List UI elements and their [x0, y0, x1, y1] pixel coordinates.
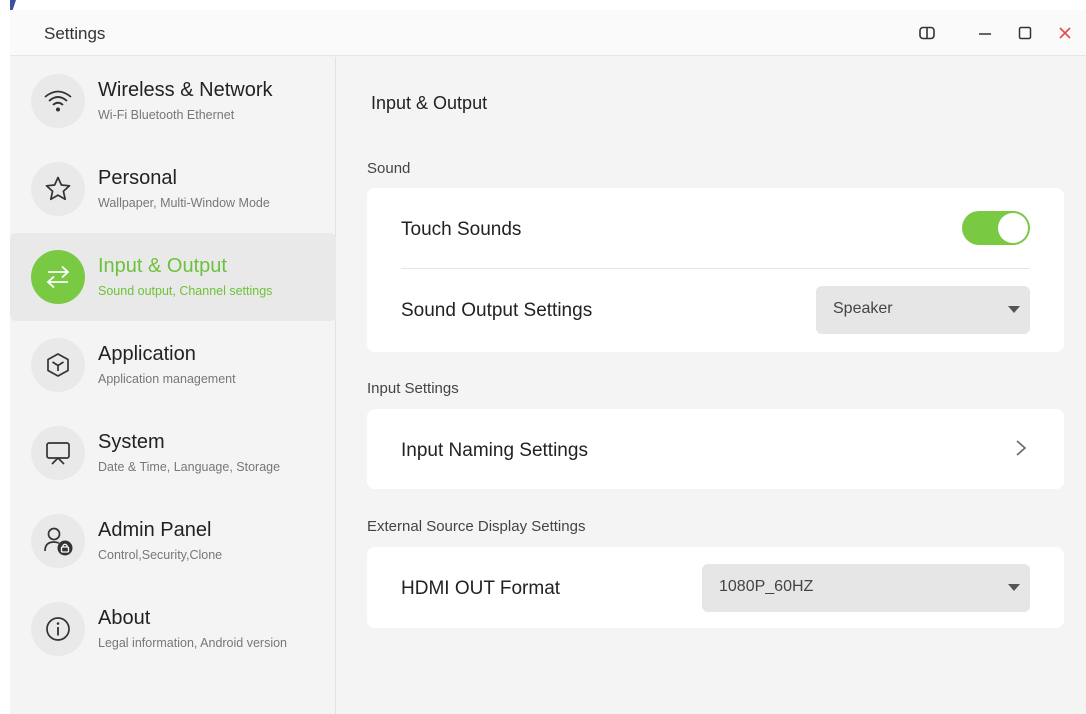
external-display-card: HDMI OUT Format 1080P_60HZ	[367, 547, 1064, 628]
sidebar-item-wireless-network[interactable]: Wireless & Network Wi-Fi Bluetooth Ether…	[10, 57, 336, 145]
swap-arrows-icon	[31, 250, 85, 304]
sidebar-item-subtitle: Control,Security,Clone	[98, 548, 223, 562]
input-naming-label: Input Naming Settings	[401, 440, 588, 461]
sidebar-item-personal[interactable]: Personal Wallpaper, Multi-Window Mode	[10, 145, 336, 233]
section-label-external: External Source Display Settings	[367, 518, 586, 535]
section-label-sound: Sound	[367, 160, 411, 177]
star-icon	[31, 162, 85, 216]
sidebar-item-title: Input & Output	[98, 255, 227, 277]
split-screen-button[interactable]	[916, 22, 938, 44]
minimize-icon	[979, 33, 991, 35]
chevron-right-icon[interactable]	[1015, 439, 1027, 462]
sound-output-value: Speaker	[833, 300, 893, 317]
touch-sounds-toggle[interactable]	[962, 211, 1030, 245]
sidebar-item-title: Application	[98, 343, 196, 365]
sidebar-item-title: Admin Panel	[98, 519, 212, 541]
caret-down-icon	[1008, 306, 1020, 313]
sidebar-item-title: About	[98, 607, 151, 629]
sidebar-item-application[interactable]: Application Application management	[10, 321, 336, 409]
sidebar-item-title: System	[98, 431, 165, 453]
sidebar: Wireless & Network Wi-Fi Bluetooth Ether…	[10, 57, 336, 714]
sound-card: Touch Sounds Sound Output Settings Speak…	[367, 188, 1064, 352]
split-screen-icon	[919, 26, 935, 40]
hdmi-out-select[interactable]: 1080P_60HZ	[702, 564, 1030, 612]
caret-down-icon	[1008, 584, 1020, 591]
sidebar-item-subtitle: Date & Time, Language, Storage	[98, 460, 281, 474]
hdmi-out-value: 1080P_60HZ	[719, 578, 814, 595]
cube-icon	[31, 338, 85, 392]
admin-lock-icon	[31, 514, 85, 568]
sidebar-item-subtitle: Wi-Fi Bluetooth Ethernet	[98, 108, 235, 122]
maximize-icon	[1018, 26, 1032, 40]
touch-sounds-label: Touch Sounds	[401, 219, 522, 240]
input-settings-card: Input Naming Settings	[367, 409, 1064, 489]
sidebar-item-subtitle: Legal information, Android version	[98, 636, 288, 650]
sidebar-item-admin-panel[interactable]: Admin Panel Control,Security,Clone	[10, 497, 336, 585]
sidebar-item-subtitle: Sound output, Channel settings	[98, 284, 273, 298]
monitor-icon	[31, 426, 85, 480]
sound-output-label: Sound Output Settings	[401, 300, 593, 321]
main-panel: Input & Output Sound Touch Sounds Sound …	[337, 57, 1086, 714]
page-title: Input & Output	[371, 93, 488, 113]
section-label-input: Input Settings	[367, 380, 459, 397]
sound-output-select[interactable]: Speaker	[816, 286, 1030, 334]
sidebar-item-input-output[interactable]: Input & Output Sound output, Channel set…	[10, 233, 336, 321]
info-icon	[31, 602, 85, 656]
hdmi-out-label: HDMI OUT Format	[401, 578, 561, 599]
wifi-icon	[31, 74, 85, 128]
settings-window: Settings Wireless & Network Wi-Fi Blueto…	[10, 10, 1086, 714]
sidebar-item-subtitle: Wallpaper, Multi-Window Mode	[98, 196, 270, 210]
maximize-button[interactable]	[1014, 22, 1036, 44]
row-divider	[401, 268, 1030, 269]
sidebar-item-system[interactable]: System Date & Time, Language, Storage	[10, 409, 336, 497]
sidebar-item-subtitle: Application management	[98, 372, 236, 386]
toggle-knob	[998, 213, 1028, 243]
minimize-button[interactable]	[974, 22, 996, 44]
sidebar-item-title: Wireless & Network	[98, 79, 273, 101]
close-icon	[1059, 27, 1071, 39]
title-bar: Settings	[10, 10, 1086, 56]
sidebar-item-about[interactable]: About Legal information, Android version	[10, 585, 336, 673]
window-title: Settings	[44, 24, 106, 43]
sidebar-item-title: Personal	[98, 167, 177, 189]
close-button[interactable]	[1054, 22, 1076, 44]
